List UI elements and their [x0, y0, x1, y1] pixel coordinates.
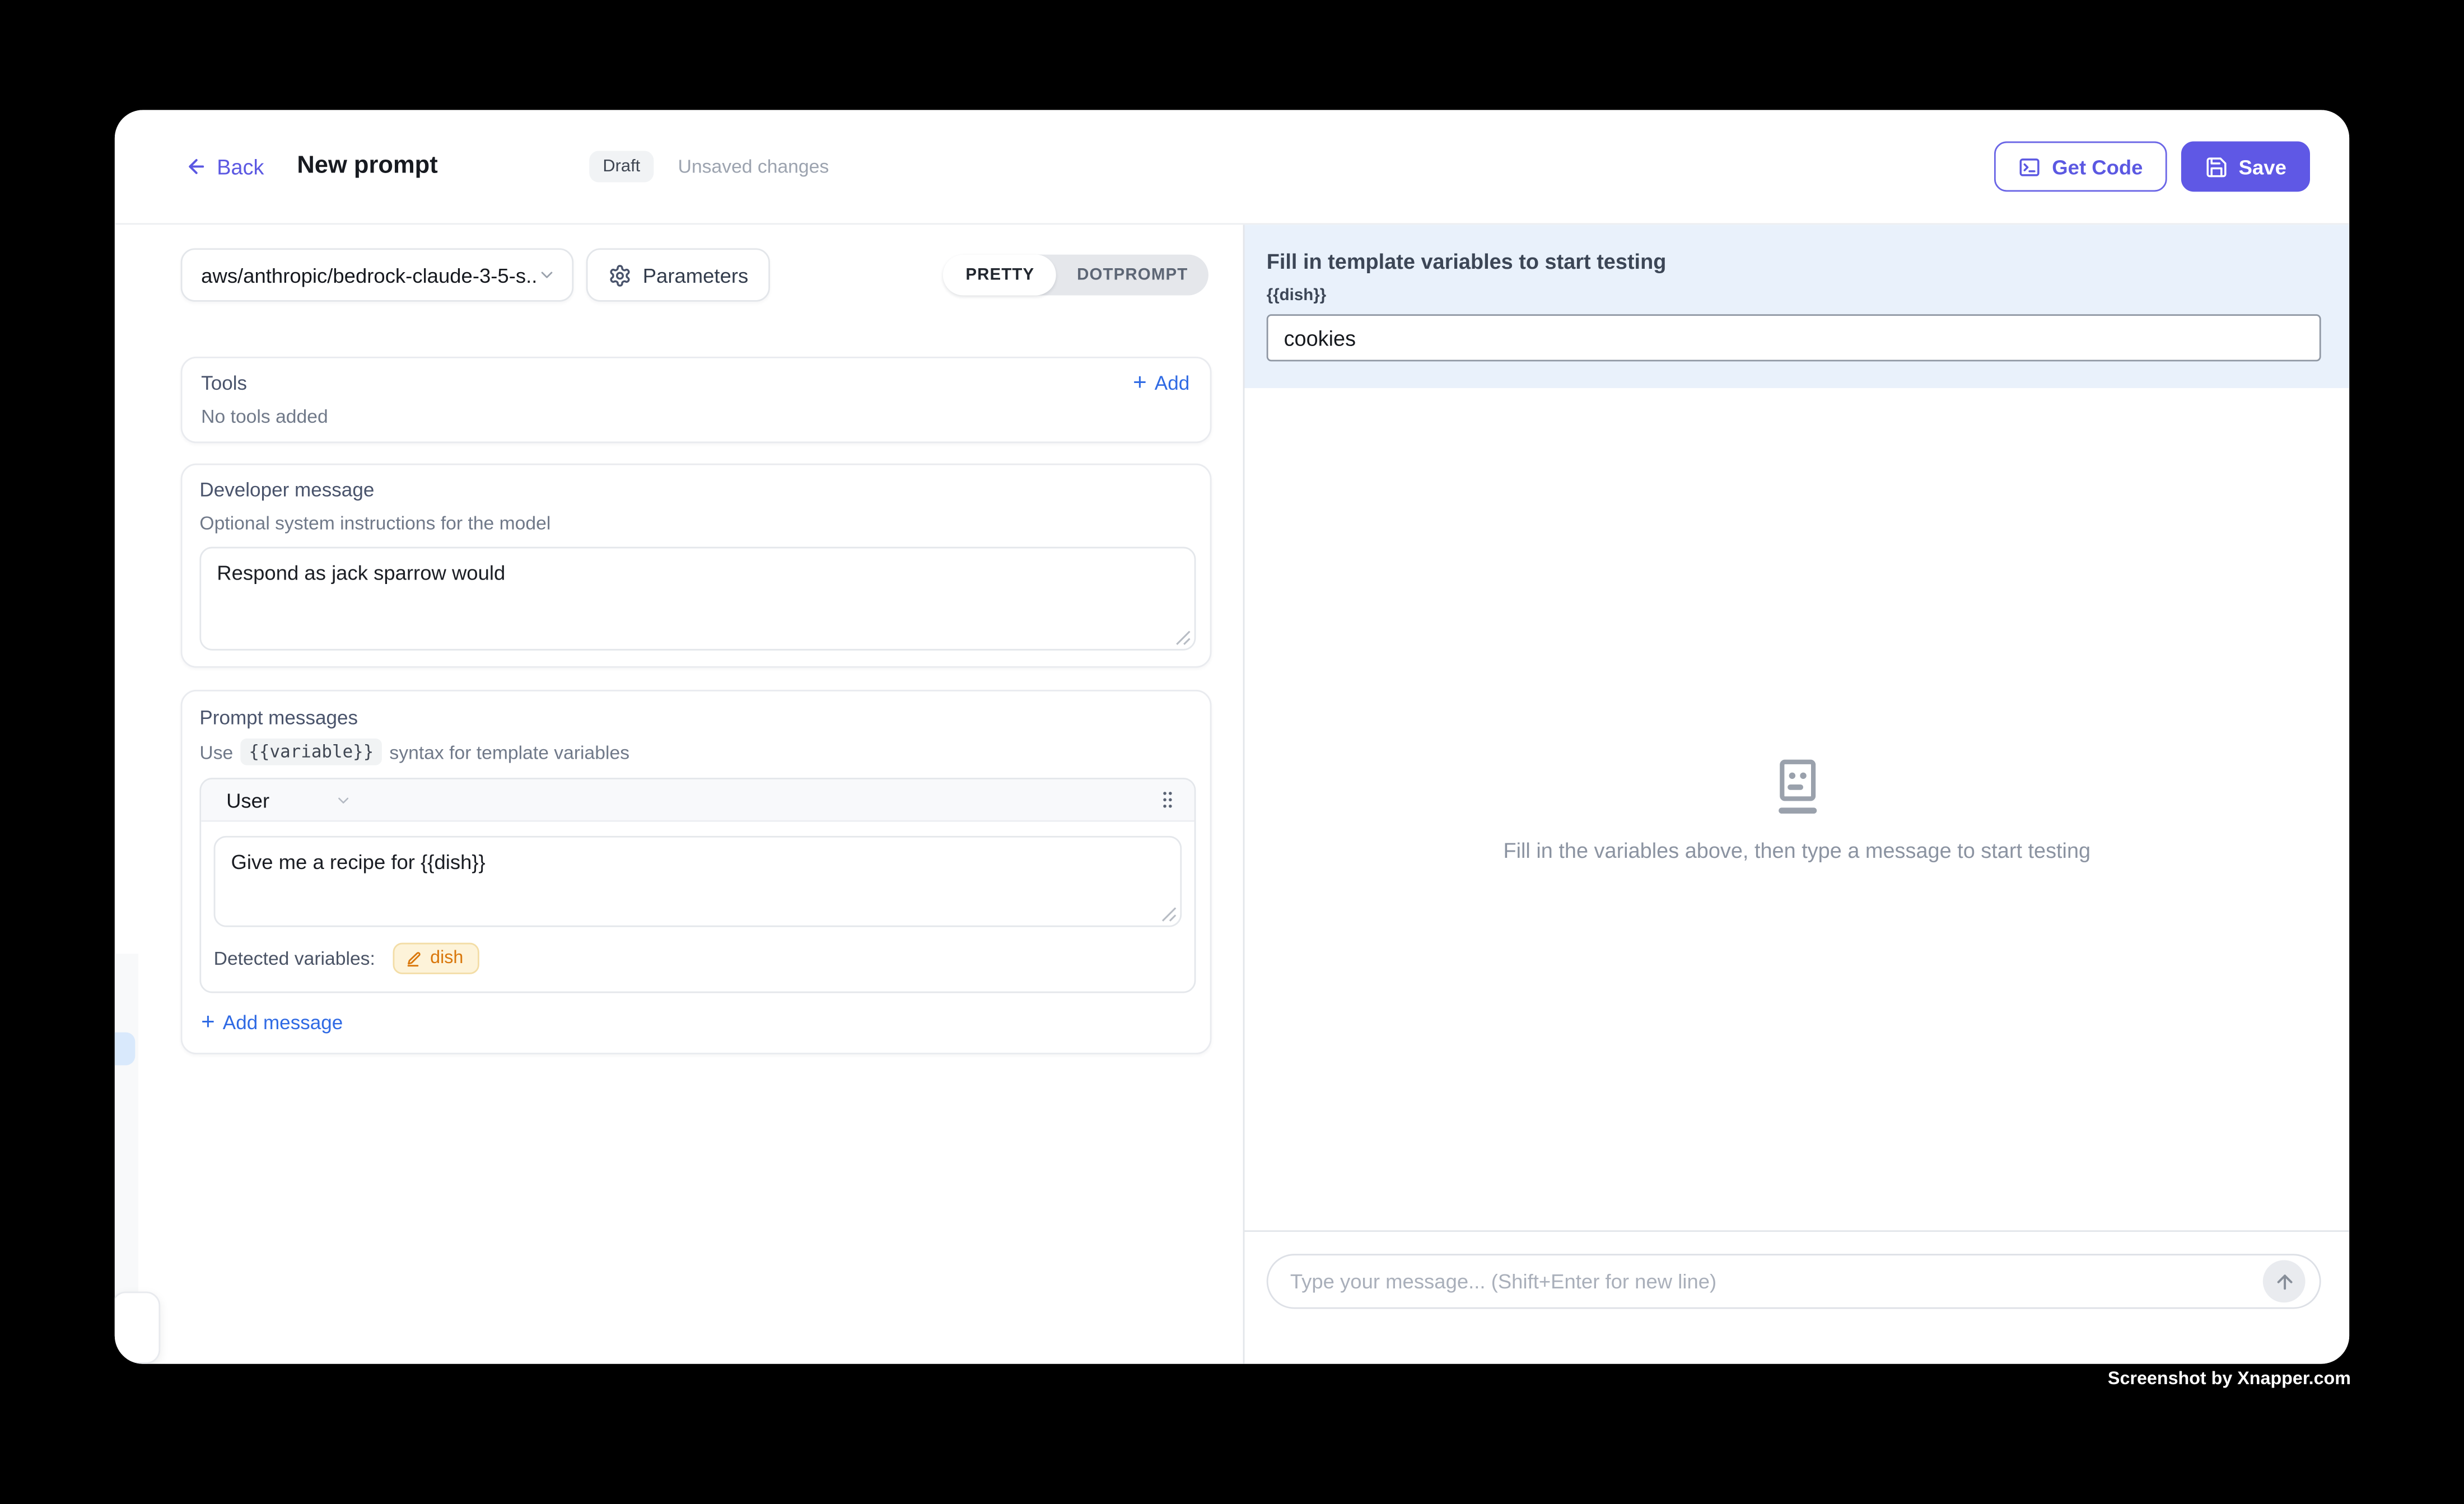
left-rail-active-item [115, 1033, 135, 1066]
watermark-text: Screenshot by Xnapper.com [2108, 1370, 2351, 1389]
detected-variables-label: Detected variables: [214, 947, 375, 969]
message-role-row: User [201, 779, 1194, 822]
chat-input-bar [1244, 1230, 2349, 1364]
back-label: Back [217, 155, 264, 178]
developer-message-card: Developer message Optional system instru… [181, 464, 1212, 668]
message-textarea-wrap: Give me a recipe for {{dish}} [214, 836, 1182, 927]
variable-dish-label: {{dish}} [1267, 286, 2321, 305]
tools-empty-text: No tools added [201, 405, 1189, 427]
chat-empty-text: Fill in the variables above, then type a… [1503, 838, 2090, 862]
tools-header-row: Tools + Add [201, 371, 1189, 394]
plus-icon: + [201, 1010, 215, 1034]
variable-badge-dish[interactable]: dish [393, 943, 479, 974]
page-title: New prompt [297, 152, 437, 181]
terminal-icon [2018, 155, 2041, 178]
add-message-label: Add message [223, 1011, 343, 1033]
toggle-dotprompt[interactable]: DOTPROMPT [1057, 265, 1208, 284]
parameters-label: Parameters [643, 263, 749, 287]
drag-handle-icon[interactable] [1156, 789, 1178, 811]
developer-message-title: Developer message [199, 479, 1196, 501]
message-block: User Give me a recipe for {{dish}} [199, 778, 1196, 993]
hint-prefix: Use [199, 741, 233, 763]
editor-pane: aws/anthropic/bedrock-claude-3-5-s... Pa… [115, 225, 1245, 1363]
developer-message-subtitle: Optional system instructions for the mod… [199, 512, 1196, 534]
arrow-up-icon [2273, 1271, 2295, 1292]
gear-icon [608, 263, 632, 287]
message-input[interactable]: Give me a recipe for {{dish}} [214, 836, 1182, 927]
screen: Back New prompt Draft Unsaved changes Ge… [0, 0, 2464, 1503]
test-pane: Fill in template variables to start test… [1244, 225, 2349, 1363]
variable-badge-label: dish [430, 949, 463, 968]
save-label: Save [2239, 155, 2286, 178]
model-selector-value: aws/anthropic/bedrock-claude-3-5-s... [201, 263, 538, 287]
back-button[interactable]: Back [185, 155, 264, 178]
status-badge: Draft [589, 151, 654, 182]
chat-empty-area: Fill in the variables above, then type a… [1244, 388, 2349, 1230]
get-code-button[interactable]: Get Code [1994, 142, 2166, 192]
header: Back New prompt Draft Unsaved changes Ge… [115, 110, 2349, 225]
model-selector[interactable]: aws/anthropic/bedrock-claude-3-5-s... [181, 248, 574, 301]
chevron-down-icon [538, 265, 557, 284]
add-tool-button[interactable]: + Add [1133, 371, 1189, 394]
add-tool-label: Add [1155, 372, 1189, 394]
arrow-left-icon [185, 156, 207, 178]
chat-message-input[interactable] [1267, 1254, 2321, 1309]
variables-section-title: Fill in template variables to start test… [1267, 250, 2321, 273]
send-button[interactable] [2263, 1260, 2306, 1303]
developer-message-input[interactable]: Respond as jack sparrow would [199, 547, 1196, 651]
edit-pencil-icon [405, 950, 422, 967]
prompt-messages-card: Prompt messages Use {{variable}} syntax … [181, 690, 1212, 1054]
hint-suffix: syntax for template variables [389, 741, 629, 763]
template-variables-section: Fill in template variables to start test… [1244, 225, 2349, 388]
save-button[interactable]: Save [2181, 142, 2310, 192]
parameters-button[interactable]: Parameters [586, 248, 771, 301]
tools-card: Tools + Add No tools added [181, 357, 1212, 443]
model-toolbar: aws/anthropic/bedrock-claude-3-5-s... Pa… [181, 248, 1208, 301]
save-icon [2204, 155, 2228, 178]
chevron-down-icon[interactable] [335, 791, 353, 809]
variable-syntax-hint: Use {{variable}} syntax for template var… [199, 739, 1196, 765]
unsaved-changes-text: Unsaved changes [678, 156, 829, 178]
variable-code-chip: {{variable}} [241, 739, 381, 765]
tools-title: Tools [201, 372, 247, 394]
role-select[interactable]: User [226, 788, 269, 811]
view-mode-toggle: PRETTY DOTPROMPT [944, 255, 1208, 296]
variable-dish-input[interactable] [1267, 314, 2321, 361]
add-message-button[interactable]: + Add message [201, 1010, 1196, 1034]
main-split: aws/anthropic/bedrock-claude-3-5-s... Pa… [115, 225, 2349, 1363]
app-window: Back New prompt Draft Unsaved changes Ge… [115, 110, 2349, 1363]
corner-popover [115, 1292, 160, 1364]
detected-variables-row: Detected variables: dish [201, 927, 1194, 992]
message-body: Give me a recipe for {{dish}} [201, 822, 1194, 927]
prompt-messages-title: Prompt messages [199, 707, 1196, 729]
get-code-label: Get Code [2052, 155, 2143, 178]
robot-face-icon [1768, 756, 1825, 816]
toggle-pretty[interactable]: PRETTY [944, 255, 1057, 296]
developer-textarea-wrap: Respond as jack sparrow would [199, 547, 1196, 651]
plus-icon: + [1133, 371, 1147, 394]
